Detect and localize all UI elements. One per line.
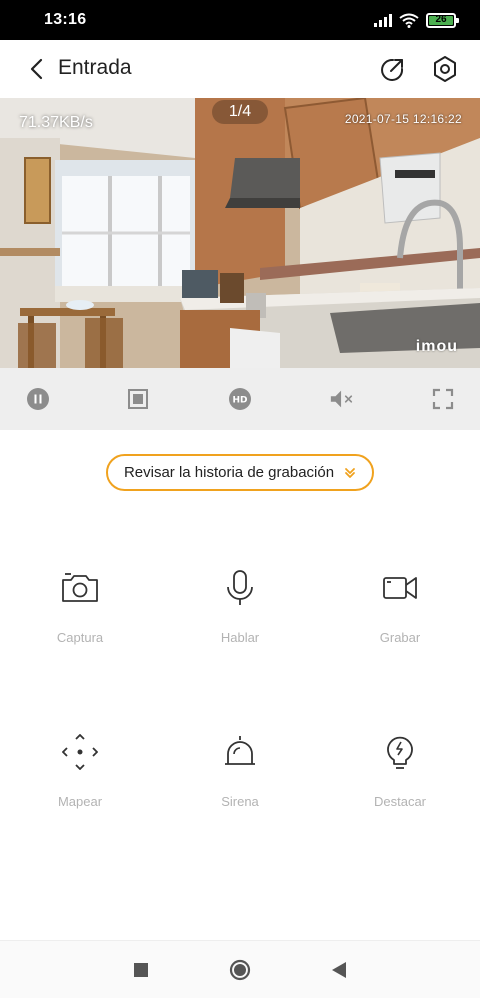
status-icons: 26 <box>374 11 459 29</box>
double-chevron-down-icon <box>345 467 355 478</box>
record-button[interactable]: Grabar <box>340 568 460 645</box>
video-timestamp: 2021-07-15 12:16:22 <box>344 112 462 126</box>
video-record-icon <box>383 577 417 599</box>
page-indicator: 1/4 <box>212 100 268 124</box>
talk-button[interactable]: Hablar <box>180 568 300 645</box>
recording-history-label: Revisar la historia de grabación <box>123 464 335 481</box>
light-bulb-icon <box>387 736 413 769</box>
capture-button[interactable]: Captura <box>20 568 140 645</box>
status-bar: 13:16 26 <box>0 0 480 40</box>
system-nav-bar <box>0 940 480 998</box>
page-title: Entrada <box>58 56 132 79</box>
signal-icon <box>374 14 392 27</box>
status-time: 13:16 <box>44 11 87 28</box>
hd-icon: HD <box>229 388 251 410</box>
action-label: Mapear <box>57 794 103 809</box>
mute-icon <box>330 390 353 408</box>
microphone-icon <box>227 570 253 605</box>
action-label: Grabar <box>379 630 421 645</box>
stop-button[interactable] <box>125 386 151 412</box>
recording-history-button[interactable]: Revisar la historia de grabación <box>106 454 374 491</box>
action-panel: Revisar la historia de grabación Captura… <box>0 430 480 940</box>
back-icon <box>332 962 346 978</box>
stop-icon <box>128 389 148 409</box>
live-video[interactable]: 71.37KB/s 1/4 2021-07-15 12:16:22 imou <box>0 98 480 368</box>
bitrate-readout: 71.37KB/s <box>19 114 93 131</box>
mute-button[interactable] <box>329 386 355 412</box>
spotlight-button[interactable]: Destacar <box>340 732 460 809</box>
back-button[interactable] <box>22 54 52 84</box>
action-label: Destacar <box>373 794 427 809</box>
recents-button[interactable] <box>130 959 152 981</box>
settings-icon <box>434 56 456 82</box>
action-label: Hablar <box>220 630 260 645</box>
camera-icon <box>62 573 98 602</box>
wifi-icon <box>399 13 419 28</box>
battery-icon: 26 <box>426 12 459 28</box>
kitchen-scene <box>0 98 480 368</box>
imou-logo: imou <box>415 338 458 355</box>
action-label: Sirena <box>221 794 259 809</box>
header: Entrada <box>0 40 480 98</box>
pause-button[interactable] <box>25 386 51 412</box>
pan-tilt-icon <box>62 734 98 770</box>
svg-text:HD: HD <box>232 396 247 406</box>
pan-tilt-button[interactable]: Mapear <box>20 732 140 809</box>
recents-icon <box>134 963 148 977</box>
hd-button[interactable]: HD <box>227 386 253 412</box>
pause-icon <box>27 388 49 410</box>
share-button[interactable] <box>376 54 408 86</box>
home-button[interactable] <box>229 959 251 981</box>
home-icon <box>229 959 251 981</box>
nav-back-button[interactable] <box>328 959 350 981</box>
battery-level: 26 <box>429 14 453 25</box>
siren-icon <box>225 736 255 765</box>
playback-controls: HD <box>0 368 480 430</box>
action-label: Captura <box>56 630 104 645</box>
battery-text: 26 <box>435 14 447 25</box>
fullscreen-button[interactable] <box>430 386 456 412</box>
back-arrow-icon <box>30 58 43 80</box>
share-icon <box>381 58 404 81</box>
siren-button[interactable]: Sirena <box>180 732 300 809</box>
fullscreen-icon <box>432 388 454 410</box>
settings-button[interactable] <box>429 53 461 85</box>
